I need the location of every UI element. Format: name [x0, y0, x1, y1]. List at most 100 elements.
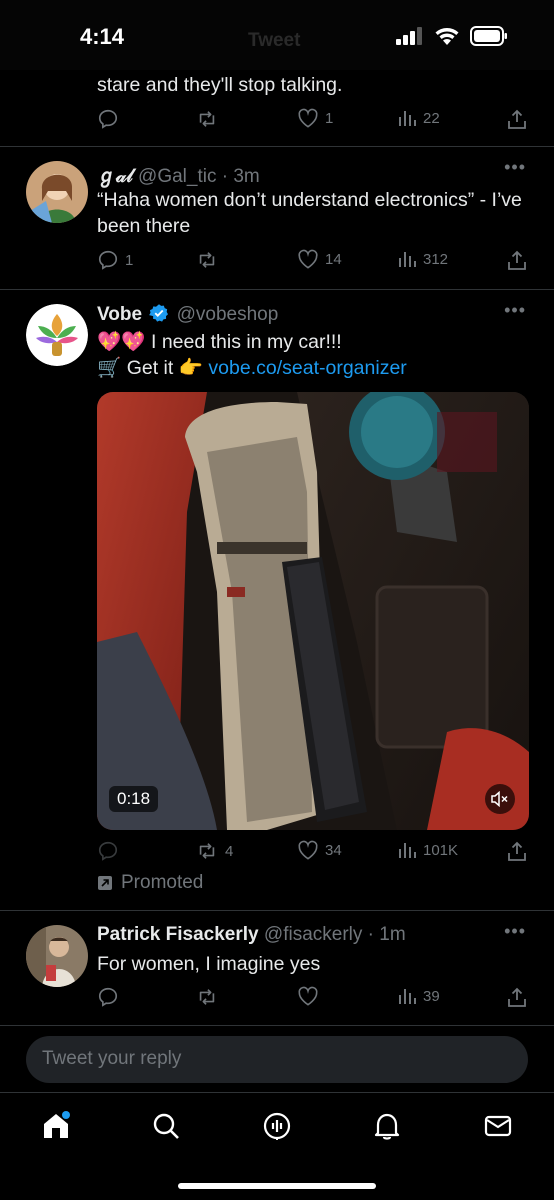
tweet[interactable]: Patrick Fisackerly @fisackerly · 1m ••• …	[0, 911, 554, 1026]
tweet-line-2: 🛒 Get it 👉 vobe.co/seat-organizer	[97, 357, 407, 379]
like-button[interactable]: 14	[297, 249, 342, 269]
share-icon	[508, 250, 526, 270]
retweet-button[interactable]	[195, 986, 225, 1008]
video-frame	[97, 392, 529, 830]
reply-icon	[98, 250, 118, 270]
retweet-icon	[199, 843, 215, 859]
heart-icon	[298, 108, 318, 128]
tweet[interactable]: ℊ𝒶𝓁 @Gal_tic · 3m ••• “Haha women don’t …	[0, 147, 554, 290]
share-button[interactable]	[507, 986, 527, 1008]
views-count: 22	[423, 109, 440, 127]
tweet-actions: 1 22	[97, 108, 531, 132]
more-options-icon[interactable]: •••	[504, 300, 526, 321]
tweet-partial[interactable]: stare and they'll stop talking. 1 22	[0, 70, 554, 147]
promoted-label: Promoted	[121, 872, 204, 893]
status-bar: 4:14 Tweet	[0, 0, 554, 70]
speaker-muted-icon	[491, 791, 508, 807]
reply-icon	[98, 987, 118, 1007]
cellular-signal-icon	[396, 27, 422, 45]
reply-button[interactable]	[97, 986, 125, 1008]
avatar[interactable]	[26, 304, 88, 366]
tab-spaces[interactable]	[262, 1111, 292, 1141]
display-name[interactable]: ℊ𝒶𝓁	[97, 166, 133, 187]
retweet-button[interactable]: 4	[195, 840, 233, 862]
mute-button[interactable]	[485, 784, 515, 814]
handle[interactable]: @vobeshop	[177, 304, 279, 325]
views-count: 312	[423, 250, 449, 268]
tweet-text: For women, I imagine yes	[97, 953, 321, 975]
tweet-text: “Haha women don’t understand electronics…	[97, 189, 522, 237]
views-button[interactable]: 22	[397, 108, 440, 128]
tab-home[interactable]	[41, 1111, 71, 1141]
avatar[interactable]	[26, 161, 88, 223]
promoted-icon	[98, 876, 112, 890]
heart-icon	[298, 840, 318, 860]
tweet-time: · 3m	[221, 166, 260, 187]
video-duration: 0:18	[109, 786, 159, 812]
share-icon	[508, 987, 526, 1007]
tweet-line-1: 💖💖 I need this in my car!!!	[97, 331, 342, 353]
views-icon	[399, 111, 416, 126]
tweet-header: Vobe @vobeshop	[97, 303, 278, 326]
views-button[interactable]: 101K	[397, 840, 458, 860]
retweet-icon	[199, 111, 215, 127]
views-icon	[399, 989, 416, 1004]
views-button[interactable]: 39	[397, 986, 440, 1006]
tab-notifications[interactable]	[372, 1111, 402, 1141]
home-indicator	[178, 1183, 376, 1189]
handle[interactable]: @Gal_tic	[138, 166, 216, 187]
retweet-button[interactable]	[195, 249, 225, 271]
heart-icon	[298, 986, 318, 1006]
like-button[interactable]: 1	[297, 108, 333, 128]
retweet-icon	[199, 989, 215, 1005]
reply-icon	[98, 109, 118, 129]
tweet-time: · 1m	[367, 924, 406, 945]
messages-icon	[484, 1115, 512, 1137]
notifications-icon	[374, 1113, 400, 1140]
like-button[interactable]	[297, 986, 325, 1006]
reply-button[interactable]	[97, 840, 125, 862]
share-button[interactable]	[507, 840, 527, 862]
like-count: 34	[325, 841, 342, 859]
tweet-header: Patrick Fisackerly @fisackerly · 1m	[97, 924, 406, 946]
avatar[interactable]	[26, 925, 88, 987]
views-button[interactable]: 312	[397, 249, 448, 269]
share-button[interactable]	[507, 108, 527, 130]
tab-search[interactable]	[151, 1111, 181, 1141]
reply-placeholder: Tweet your reply	[42, 1048, 182, 1069]
spaces-icon	[263, 1112, 291, 1140]
display-name[interactable]: Patrick Fisackerly	[97, 924, 259, 945]
tweet-text: stare and they'll stop talking.	[97, 74, 343, 96]
retweet-button[interactable]	[195, 108, 225, 130]
wifi-icon	[435, 28, 459, 45]
reply-button[interactable]	[97, 108, 125, 130]
sparkling-hearts-emoji: 💖💖	[97, 331, 146, 353]
tab-messages[interactable]	[483, 1111, 513, 1141]
tweet-header: ℊ𝒶𝓁 @Gal_tic · 3m	[97, 161, 260, 188]
home-icon	[44, 1111, 70, 1138]
status-icons	[396, 26, 508, 46]
battery-icon	[470, 26, 507, 46]
views-count: 39	[423, 987, 440, 1005]
status-time: 4:14	[80, 24, 125, 49]
share-button[interactable]	[507, 249, 527, 271]
handle[interactable]: @fisackerly	[264, 924, 362, 945]
reply-input[interactable]: Tweet your reply	[26, 1036, 528, 1083]
more-options-icon[interactable]: •••	[504, 157, 526, 178]
promo-link[interactable]: vobe.co/seat-organizer	[208, 357, 406, 379]
search-icon	[153, 1113, 179, 1139]
like-button[interactable]: 34	[297, 840, 342, 860]
reply-count: 1	[125, 251, 134, 269]
reply-icon	[98, 841, 118, 861]
retweet-icon	[199, 252, 215, 268]
display-name[interactable]: Vobe	[97, 304, 142, 325]
like-count: 14	[325, 250, 342, 268]
reply-button[interactable]: 1	[97, 249, 133, 271]
video-player[interactable]: 0:18	[97, 392, 529, 830]
tweet-actions: 4 34 101K	[97, 840, 531, 864]
more-options-icon[interactable]: •••	[504, 921, 526, 942]
tweet-text: 💖💖 I need this in my car!!! 🛒 Get it 👉 v…	[97, 329, 537, 381]
tweet-actions: 39	[97, 986, 531, 1010]
shopping-cart-emoji: 🛒	[97, 357, 122, 379]
share-icon	[508, 109, 526, 129]
